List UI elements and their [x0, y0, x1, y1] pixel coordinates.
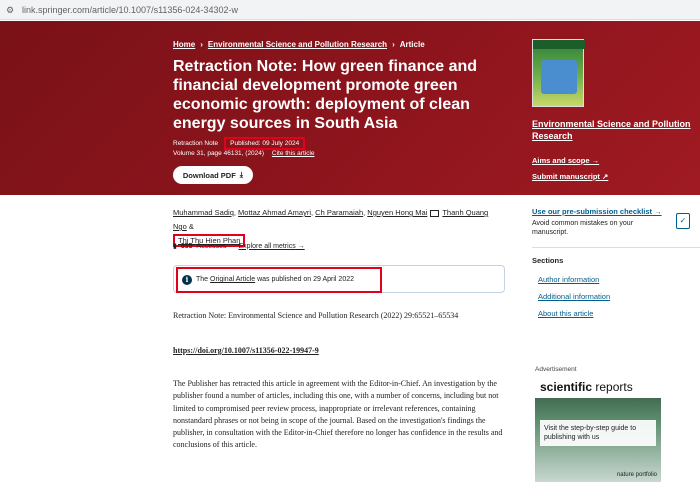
address-bar[interactable]: ⚙ link.springer.com/article/10.1007/s113… [0, 0, 700, 20]
bar-chart-icon: ▮ [173, 243, 177, 250]
published-date: Published: 09 July 2024 [224, 137, 306, 150]
original-article-notice: i The Original Article was published on … [173, 265, 505, 293]
author-link[interactable]: Nguyen Hong Mai [367, 208, 427, 217]
volume-info: Volume 31, page 46131, (2024) [173, 150, 265, 157]
submit-manuscript-link[interactable]: Submit manuscript ↗ [532, 172, 608, 181]
breadcrumb-current: Article [399, 40, 425, 49]
site-info-icon[interactable]: ⚙ [6, 5, 16, 15]
advertisement-label: Advertisement [535, 366, 577, 373]
retraction-paragraph: The Publisher has retracted this article… [173, 379, 503, 450]
article-meta: Retraction Note Published: 09 July 2024 [173, 137, 306, 150]
notice-text: The Original Article was published on 29… [196, 276, 355, 283]
sections-heading: Sections [532, 256, 564, 265]
ad-brand: scientific reports [535, 376, 661, 398]
download-pdf-button[interactable]: Download PDF ⤓ [173, 166, 253, 184]
breadcrumb-journal[interactable]: Environmental Science and Pollution Rese… [208, 40, 387, 49]
download-icon: ⤓ [239, 170, 244, 179]
doi-link[interactable]: https://doi.org/10.1007/s11356-022-19947… [173, 346, 319, 355]
breadcrumb-chevron-icon: › [200, 40, 203, 49]
advertisement-banner[interactable]: scientific reports Visit the step-by-ste… [535, 376, 661, 482]
article-type: Retraction Note [173, 140, 219, 147]
author-link[interactable]: Muhammad Sadiq [173, 208, 234, 217]
ad-text: Visit the step-by-step guide to publishi… [540, 420, 656, 446]
breadcrumb-chevron-icon: › [392, 40, 395, 49]
journal-cover-image[interactable] [532, 39, 585, 107]
section-link-about-article[interactable]: About this article [538, 309, 700, 318]
pre-submission-checklist-link[interactable]: Use our pre-submission checklist → [532, 207, 662, 216]
accesses-count: 855 [180, 242, 193, 250]
cite-article-link[interactable]: Cite this article [272, 150, 315, 157]
breadcrumb-home[interactable]: Home [173, 40, 195, 49]
accesses-label: Accesses [196, 242, 227, 250]
article-title: Retraction Note: How green finance and f… [173, 58, 478, 132]
section-link-author-information[interactable]: Author information [538, 275, 700, 284]
checklist-description: Avoid common mistakes on your manuscript… [532, 220, 634, 236]
explore-metrics-link[interactable]: Explore all metrics → [239, 243, 305, 250]
retraction-citation: Retraction Note: Environmental Science a… [173, 311, 459, 320]
article-citation: Volume 31, page 46131, (2024) Cite this … [173, 150, 315, 157]
author-link[interactable]: Mottaz Ahmad Amayri [238, 208, 311, 217]
download-pdf-label: Download PDF [182, 170, 236, 180]
url-text[interactable]: link.springer.com/article/10.1007/s11356… [22, 5, 238, 15]
info-icon: i [182, 275, 192, 285]
author-link[interactable]: Ch Paramaiah [315, 208, 363, 217]
email-icon[interactable] [430, 209, 440, 217]
cover-photo [541, 60, 577, 94]
clipboard-check-icon: ✓ [676, 213, 690, 229]
section-link-additional-information[interactable]: Additional information [538, 292, 700, 301]
breadcrumb: Home › Environmental Science and Polluti… [173, 40, 425, 49]
sections-nav: Sections Author information Additional i… [532, 247, 700, 326]
article-metrics: ▮ 855 Accesses Explore all metrics → [173, 242, 305, 251]
ad-footer: nature portfolio [616, 472, 657, 478]
cover-header-strip [533, 40, 585, 49]
journal-name-link[interactable]: Environmental Science and Pollution Rese… [532, 118, 692, 142]
original-article-link[interactable]: Original Article [210, 276, 255, 283]
aims-scope-link[interactable]: Aims and scope → [532, 156, 599, 165]
